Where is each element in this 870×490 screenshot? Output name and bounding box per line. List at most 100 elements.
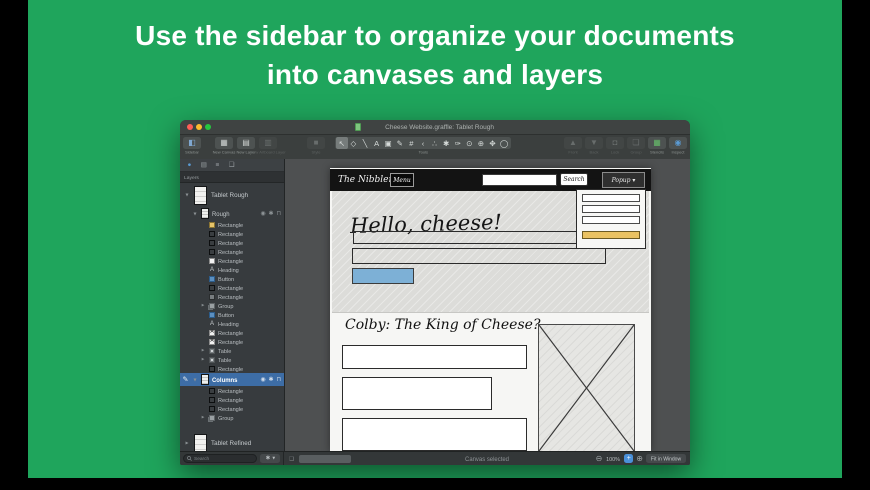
zoom-out-icon[interactable]: ⊖	[596, 455, 603, 463]
layer-object-table[interactable]: ▸Table	[180, 346, 284, 355]
tool-diagram[interactable]: ∴	[429, 137, 441, 149]
layer-object-button[interactable]: Button	[180, 310, 284, 319]
layer-object-rectangle[interactable]: Rectangle	[180, 256, 284, 265]
layer-object-heading[interactable]: AHeading	[180, 265, 284, 274]
tool-connection[interactable]: ‹	[417, 137, 429, 149]
layer-options-button[interactable]: ✱ ▾	[260, 454, 280, 463]
tool-grid[interactable]: #	[406, 137, 418, 149]
fit-in-window-button[interactable]: Fit in Window	[646, 454, 686, 463]
layer-object-rectangle[interactable]: Rectangle	[180, 247, 284, 256]
disclosure-icon[interactable]: ▸	[202, 348, 206, 353]
disclosure-icon[interactable]: ▸	[202, 415, 206, 420]
canvas-row-tablet-refined[interactable]: ▸ Tablet Refined	[180, 432, 284, 452]
wireframe-cta-button[interactable]	[352, 268, 414, 284]
object-label: Group	[218, 414, 234, 420]
layer-object-rectangle[interactable]: Rectangle	[180, 283, 284, 292]
popup-menu-row[interactable]	[582, 216, 640, 224]
layer-object-rectangle[interactable]: Rectangle	[180, 220, 284, 229]
tool-selection[interactable]: ↖	[336, 137, 348, 149]
layer-object-rectangle[interactable]: ARectangle	[180, 337, 284, 346]
disclosure-icon[interactable]: ▸	[185, 440, 189, 446]
wireframe-navbar[interactable]: The Nibbler Menu Search Popup ▾	[330, 169, 651, 191]
lock-icon: ◘	[606, 137, 624, 149]
inspect-label: Inspect	[643, 150, 713, 155]
tab-objects-icon[interactable]: ▤	[201, 162, 207, 168]
layer-object-rectangle[interactable]: Rectangle	[180, 292, 284, 301]
wireframe-site-name[interactable]: The Nibbler	[338, 175, 393, 185]
canvas-thumbnail	[194, 434, 207, 453]
layer-row-rough[interactable]: ▾ Rough ◉ ✱ ⊓	[180, 207, 284, 220]
disclosure-icon[interactable]: ▾	[193, 377, 197, 383]
layer-object-rectangle[interactable]: Rectangle	[180, 238, 284, 247]
layer-object-heading[interactable]: AHeading	[180, 319, 284, 328]
tool-style-brush[interactable]: ✱	[440, 137, 452, 149]
tool-artboard[interactable]: ▣	[382, 137, 394, 149]
disclosure-icon[interactable]: ▾	[193, 211, 197, 217]
unlock-icon[interactable]: ⊓	[276, 211, 281, 217]
wireframe-image-placeholder[interactable]	[538, 324, 635, 452]
layer-object-rectangle[interactable]: Rectangle	[180, 364, 284, 373]
layer-object-rectangle[interactable]: Rectangle	[180, 229, 284, 238]
tab-outline-icon[interactable]: ❏	[229, 162, 235, 168]
wireframe-search-button[interactable]: Search	[560, 173, 588, 186]
wireframe-text-block-1[interactable]	[342, 345, 527, 369]
popup-menu-row[interactable]	[582, 194, 640, 202]
popup-menu-row[interactable]	[582, 205, 640, 213]
stencils-button[interactable]: ▦Stencils	[648, 137, 666, 158]
tool-hand[interactable]: ✥	[487, 137, 499, 149]
wireframe-subtitle-box-2[interactable]	[352, 248, 606, 264]
disclosure-icon[interactable]: ▾	[185, 192, 189, 198]
unlock-icon[interactable]: ⊓	[276, 377, 281, 383]
tool-text[interactable]: A	[371, 137, 383, 149]
sidebar-button[interactable]: ◧Sidebar	[183, 137, 201, 158]
wireframe-popup-button[interactable]: Popup ▾	[602, 172, 645, 188]
page-icon[interactable]: ❏	[289, 456, 294, 462]
tools-segment-wrap: ↖◇╲A▣✎#‹∴✱✑⊙⊕✥◯ Tools	[335, 137, 511, 149]
new-layer-button[interactable]: ▤New Layer	[237, 137, 255, 158]
layer-object-button[interactable]: Button	[180, 274, 284, 283]
canvas-row-tablet-rough[interactable]: ▾ Tablet Rough	[180, 183, 284, 207]
tab-filter-icon[interactable]: ≡	[216, 162, 220, 168]
wireframe-popup-menu[interactable]	[576, 189, 646, 249]
wireframe-artboard[interactable]: The Nibbler Menu Search Popup ▾ Hello, c…	[330, 168, 651, 452]
front-button: ▲Front	[564, 137, 582, 158]
drawing-canvas[interactable]: The Nibbler Menu Search Popup ▾ Hello, c…	[285, 159, 690, 452]
canvas-tab-pill[interactable]	[299, 455, 351, 463]
tool-lasso[interactable]: ◯	[498, 137, 510, 149]
layer-object-rectangle[interactable]: Rectangle	[180, 395, 284, 404]
gray-swatch-icon	[209, 294, 215, 300]
wireframe-text-block-2[interactable]	[342, 377, 492, 410]
wireframe-search-input[interactable]	[482, 174, 557, 186]
layer-object-rectangle[interactable]: Rectangle	[180, 404, 284, 413]
tool-line[interactable]: ╲	[359, 137, 371, 149]
tool-zoom[interactable]: ⊕	[475, 137, 487, 149]
tool-magnet[interactable]: ⊙	[464, 137, 476, 149]
inspect-button[interactable]: ◉Inspect	[669, 137, 687, 158]
popup-menu-row-highlighted[interactable]	[582, 231, 640, 239]
tool-shape[interactable]: ◇	[348, 137, 360, 149]
eye-icon[interactable]: ◉	[260, 211, 265, 217]
layer-row-columns-selected[interactable]: ✎ ▾ Columns ◉ ✱ ⊓	[180, 373, 284, 386]
gear-icon[interactable]: ✱	[268, 211, 273, 217]
disclosure-icon[interactable]: ▸	[202, 357, 206, 362]
disclosure-icon[interactable]: ▸	[202, 303, 206, 308]
layer-object-group[interactable]: ▸ Group	[180, 413, 284, 422]
zoom-in-icon[interactable]: ⊕	[636, 455, 643, 463]
wireframe-text-block-3[interactable]	[342, 418, 527, 451]
eye-icon[interactable]: ◉	[260, 377, 265, 383]
new-canvas-button[interactable]: ▦New Canvas	[215, 137, 233, 158]
wireframe-section-heading[interactable]: Colby: The King of Cheese?	[345, 317, 540, 333]
layer-object-rectangle[interactable]: Rectangle	[180, 386, 284, 395]
touch-zoom-badge[interactable]: +	[624, 454, 633, 463]
tab-canvases-icon[interactable]: ●	[187, 162, 191, 168]
tool-note[interactable]: ✑	[452, 137, 464, 149]
window-titlebar[interactable]: Cheese Website.graffle: Tablet Rough	[180, 120, 690, 135]
layer-object-rectangle[interactable]: ARectangle	[180, 328, 284, 337]
layer-object-table[interactable]: ▸Table	[180, 355, 284, 364]
tool-pen[interactable]: ✎	[394, 137, 406, 149]
sidebar-search-field[interactable]: Search	[183, 454, 257, 463]
layer-object-group[interactable]: ▸Group	[180, 301, 284, 310]
gear-icon[interactable]: ✱	[268, 377, 273, 383]
zoom-level[interactable]: 100%	[605, 454, 621, 463]
wireframe-menu-button[interactable]: Menu	[390, 173, 414, 187]
